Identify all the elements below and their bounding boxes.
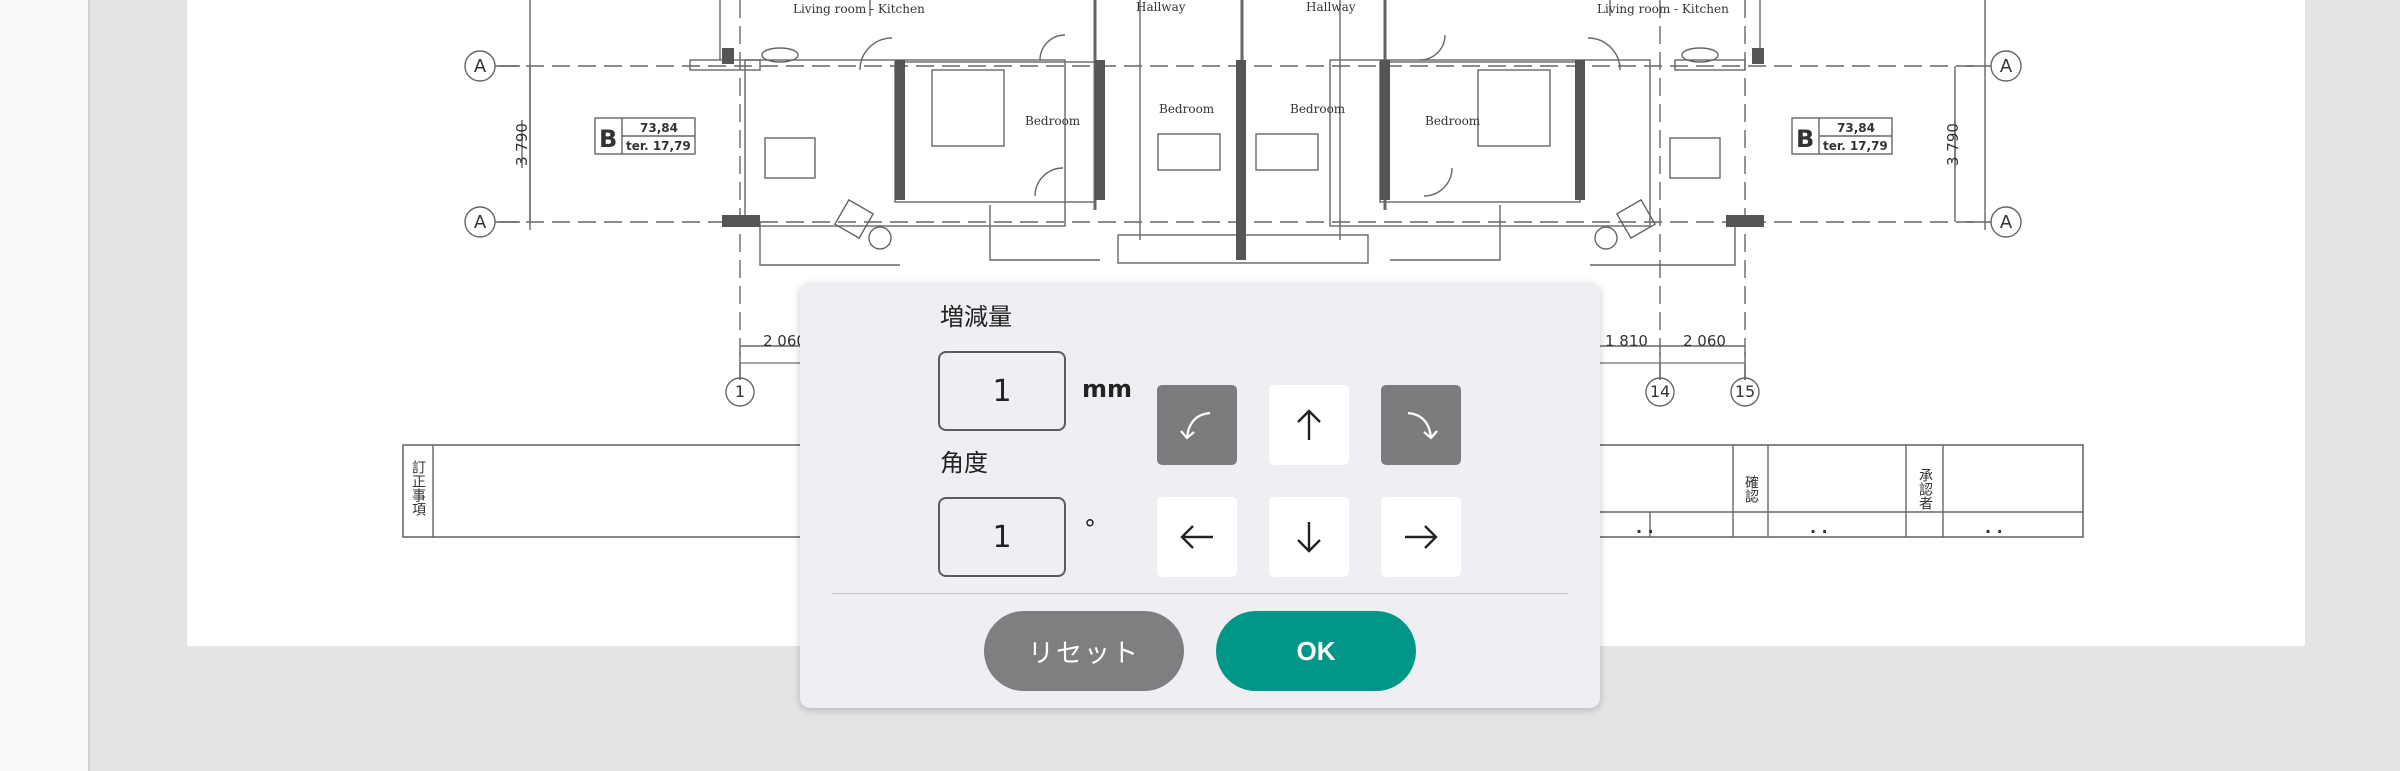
- grid-axis-label: A: [474, 212, 487, 233]
- room-label: Hallway: [1136, 0, 1186, 14]
- angle-unit: °: [1084, 515, 1096, 543]
- increment-input[interactable]: 1: [938, 351, 1066, 431]
- title-block-approver-label: 承認者: [1917, 468, 1933, 510]
- room-label: Bedroom: [1025, 114, 1081, 128]
- grid-axis-label: A: [2000, 212, 2013, 233]
- dialog-divider: [832, 593, 1568, 594]
- arrow-up-icon: [1297, 409, 1321, 440]
- room-label: Living room - Kitchen: [1597, 2, 1729, 16]
- move-up-button[interactable]: [1269, 385, 1349, 465]
- move-down-button[interactable]: [1269, 497, 1349, 577]
- dimension-label: 3 790: [513, 123, 531, 166]
- dimension-label: 2 060: [1683, 332, 1726, 350]
- room-label: Bedroom: [1425, 114, 1481, 128]
- rotate-ccw-icon: [1180, 411, 1211, 440]
- dimension-label: 1 810: [1605, 332, 1648, 350]
- room-label: Hallway: [1306, 0, 1356, 14]
- title-block-revision-label: 訂正事項: [410, 460, 426, 516]
- grid-axis-label: 14: [1650, 382, 1670, 401]
- room-label: Living room - Kitchen: [793, 2, 925, 16]
- apartment-letter: B: [599, 125, 617, 153]
- arrow-down-icon: [1297, 522, 1321, 553]
- dimension-label: 3 790: [1944, 123, 1962, 166]
- room-label: Bedroom: [1159, 102, 1215, 116]
- grid-axis-label: 1: [735, 382, 745, 401]
- rotate-cw-icon: [1407, 411, 1438, 440]
- arrow-left-icon: [1180, 525, 1213, 549]
- title-block-date-marks: . .: [1810, 518, 1828, 537]
- apartment-letter: B: [1796, 125, 1814, 153]
- apartment-area: 73,84: [640, 121, 678, 135]
- angle-label: 角度: [940, 449, 988, 477]
- increment-unit: mm: [1082, 375, 1133, 403]
- room-label: Bedroom: [1290, 102, 1346, 116]
- apartment-area: 73,84: [1837, 121, 1875, 135]
- grid-axis-label: A: [2000, 56, 2013, 77]
- title-block-date-marks: . .: [1985, 518, 2003, 537]
- apartment-terrace: ter. 17,79: [626, 139, 691, 153]
- reset-button[interactable]: リセット: [984, 611, 1184, 691]
- move-right-button[interactable]: [1381, 497, 1461, 577]
- adjust-dialog: 増減量 1 mm 角度 1 ° リセット OK: [800, 283, 1600, 708]
- apartment-terrace: ter. 17,79: [1823, 139, 1888, 153]
- move-left-button[interactable]: [1157, 497, 1237, 577]
- title-block-date-marks: . .: [1636, 518, 1654, 537]
- grid-axis-label: A: [474, 56, 487, 77]
- grid-axis-label: 15: [1735, 382, 1755, 401]
- title-block-check-label: 確認: [1743, 475, 1759, 503]
- rotate-cw-button[interactable]: [1381, 385, 1461, 465]
- increment-label: 増減量: [940, 303, 1012, 331]
- arrow-right-icon: [1405, 525, 1438, 549]
- angle-input[interactable]: 1: [938, 497, 1066, 577]
- ok-button[interactable]: OK: [1216, 611, 1416, 691]
- rotate-ccw-button[interactable]: [1157, 385, 1237, 465]
